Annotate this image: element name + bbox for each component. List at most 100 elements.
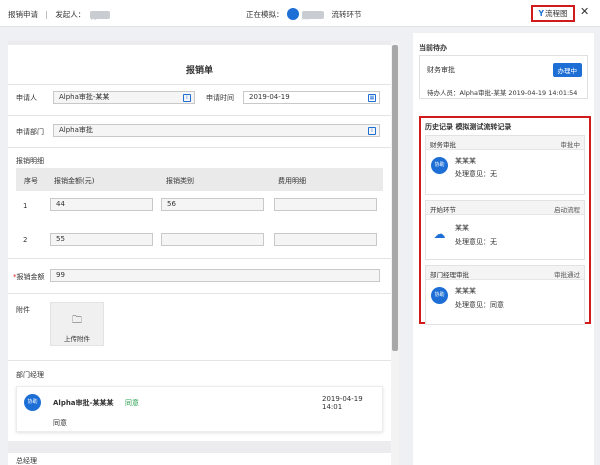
header-left: 报销申请 | 发起人： 方xx bbox=[8, 9, 115, 21]
department-field[interactable]: Alpha审批 i bbox=[53, 124, 380, 137]
approver-avatar: 协助 bbox=[24, 394, 41, 411]
history-title: 历史记录 模拟测试流转记录 bbox=[425, 122, 511, 132]
flowchart-button-label: 流程图 bbox=[544, 9, 568, 18]
form-title: 报销单 bbox=[185, 66, 213, 76]
opinion-label: 处理意见： bbox=[455, 170, 490, 178]
top-bar: 报销申请 | 发起人： 方xx 正在模拟： 某xx 流转环节 Y流程图 ✕ bbox=[0, 0, 600, 27]
folder-icon: 🗀 bbox=[72, 315, 82, 326]
scrollbar-thumb[interactable] bbox=[392, 45, 398, 351]
record-opinion: 处理意见：同意 bbox=[455, 300, 504, 310]
record-avatar: 协助 bbox=[431, 287, 448, 304]
category-field[interactable]: 56 bbox=[161, 198, 264, 211]
initiator-name: 方xx bbox=[90, 11, 111, 21]
record-person: 某某某 bbox=[455, 157, 476, 165]
record-status: 启动流程 bbox=[554, 206, 580, 214]
flowchart-button[interactable]: Y流程图 bbox=[531, 5, 575, 22]
department-value: Alpha审批 bbox=[59, 126, 93, 134]
col-header-amount: 报销金额(元) bbox=[54, 177, 95, 185]
record-step: 财务审批 bbox=[430, 141, 456, 149]
history-record: 部门经理审批 审批通过 协助 某某某 处理意见：同意 bbox=[425, 265, 585, 325]
row-number: 2 bbox=[23, 236, 28, 244]
record-status: 审批中 bbox=[560, 141, 581, 149]
pending-handler: 待办人员：Alpha审批-某某 2019-04-19 14:01:54 bbox=[427, 89, 578, 97]
calendar-icon[interactable]: ▦ bbox=[368, 94, 376, 102]
detail-label: 报销明细 bbox=[16, 157, 44, 165]
history-record: 开始环节 启动流程 ☁ 某某 处理意见：无 bbox=[425, 200, 585, 260]
applicant-label: 申请人 bbox=[16, 94, 37, 102]
simulating-label: 正在模拟： bbox=[246, 10, 284, 19]
opinion-label: 处理意见： bbox=[455, 301, 490, 309]
upload-attachment-button[interactable]: 🗀 上传附件 bbox=[50, 302, 104, 346]
divider bbox=[8, 115, 391, 116]
reimbursement-form: 报销单 申请人 Alpha审批-某某 i 申请时间 2019-04-19 ▦ 申… bbox=[8, 41, 391, 465]
dept-manager-label: 部门经理 bbox=[16, 371, 44, 379]
approval-comment: 同意 bbox=[53, 419, 67, 427]
approval-time: 2019-04-19 14:01 bbox=[322, 395, 363, 411]
record-opinion: 处理意见：无 bbox=[455, 169, 497, 179]
record-avatar: 协助 bbox=[431, 157, 448, 174]
header-separator: | bbox=[45, 10, 48, 19]
total-amount-label-text: 报销金额 bbox=[16, 273, 45, 281]
history-subtitle: 模拟测试流转记录 bbox=[455, 123, 512, 131]
form-top-strip bbox=[8, 41, 391, 45]
divider bbox=[8, 293, 391, 294]
opinion-value: 无 bbox=[490, 170, 497, 178]
close-icon[interactable]: ✕ bbox=[580, 5, 589, 18]
page-title: 报销申请 bbox=[8, 10, 38, 19]
col-header-detail: 费用明细 bbox=[278, 177, 306, 185]
opinion-value: 同意 bbox=[490, 301, 504, 309]
history-record-header: 开始环节 启动流程 bbox=[426, 201, 584, 215]
col-header-category: 报销类别 bbox=[166, 177, 194, 185]
approval-card: 协助 Alpha审批-某某某 同意 2019-04-19 14:01 同意 bbox=[16, 386, 383, 432]
divider bbox=[8, 258, 391, 259]
form-scrollbar[interactable] bbox=[391, 41, 399, 465]
record-step: 开始环节 bbox=[430, 206, 456, 214]
record-opinion: 处理意见：无 bbox=[455, 237, 497, 247]
approval-status: 同意 bbox=[125, 399, 139, 407]
divider bbox=[8, 147, 391, 148]
category-field[interactable] bbox=[161, 233, 264, 246]
amount-field[interactable]: 44 bbox=[50, 198, 153, 211]
apply-time-field[interactable]: 2019-04-19 ▦ bbox=[243, 91, 380, 104]
record-person: 某某某 bbox=[455, 287, 476, 295]
status-badge: 办理中 bbox=[552, 63, 582, 77]
record-step: 部门经理审批 bbox=[430, 271, 469, 279]
record-person: 某某 bbox=[455, 224, 469, 232]
row-number: 1 bbox=[23, 202, 28, 210]
apply-time-value: 2019-04-19 bbox=[249, 93, 290, 101]
history-record-body: ☁ 某某 处理意见：无 bbox=[426, 215, 584, 259]
simulated-user-name: 某xx bbox=[301, 11, 324, 21]
total-amount-field[interactable]: 99 bbox=[50, 269, 380, 282]
approver-name: Alpha审批-某某某 bbox=[53, 399, 114, 407]
attachment-label: 附件 bbox=[16, 306, 30, 314]
pending-step: 财务审批 bbox=[427, 66, 455, 74]
opinion-label: 处理意见： bbox=[455, 238, 490, 246]
flow-link[interactable]: 流转环节 bbox=[332, 10, 362, 19]
person-picker-icon[interactable]: i bbox=[183, 94, 191, 102]
applicant-value: Alpha审批-某某 bbox=[59, 93, 110, 101]
history-record: 财务审批 审批中 协助 某某某 处理意见：无 bbox=[425, 135, 585, 195]
record-status: 审批通过 bbox=[554, 271, 580, 279]
history-title-text: 历史记录 bbox=[425, 123, 453, 131]
expense-detail-field[interactable] bbox=[274, 198, 377, 211]
upload-label: 上传附件 bbox=[64, 335, 90, 343]
general-manager-label: 总经理 bbox=[16, 457, 37, 465]
department-picker-icon[interactable]: i bbox=[368, 127, 376, 135]
history-panel: 历史记录 模拟测试流转记录 财务审批 审批中 协助 某某某 处理意见：无 开始环… bbox=[419, 116, 591, 325]
history-record-header: 财务审批 审批中 bbox=[426, 136, 584, 150]
history-record-body: 协助 某某某 处理意见：同意 bbox=[426, 280, 584, 324]
history-record-header: 部门经理审批 审批通过 bbox=[426, 266, 584, 280]
pending-task-card: 财务审批 办理中 待办人员：Alpha审批-某某 2019-04-19 14:0… bbox=[419, 55, 588, 99]
apply-time-label: 申请时间 bbox=[206, 94, 234, 102]
expense-detail-field[interactable] bbox=[274, 233, 377, 246]
funnel-icon: Y bbox=[538, 9, 544, 18]
detail-table-header: 序号 报销金额(元) 报销类别 费用明细 bbox=[16, 168, 383, 191]
total-amount-label: *报销金额 bbox=[13, 272, 45, 282]
simulated-user-avatar bbox=[286, 7, 299, 20]
history-record-body: 协助 某某某 处理意见：无 bbox=[426, 150, 584, 194]
cloud-icon: ☁ bbox=[433, 227, 446, 241]
pending-row: 财务审批 办理中 bbox=[427, 63, 582, 77]
amount-field[interactable]: 55 bbox=[50, 233, 153, 246]
applicant-field[interactable]: Alpha审批-某某 i bbox=[53, 91, 195, 104]
department-label: 申请部门 bbox=[16, 128, 44, 136]
